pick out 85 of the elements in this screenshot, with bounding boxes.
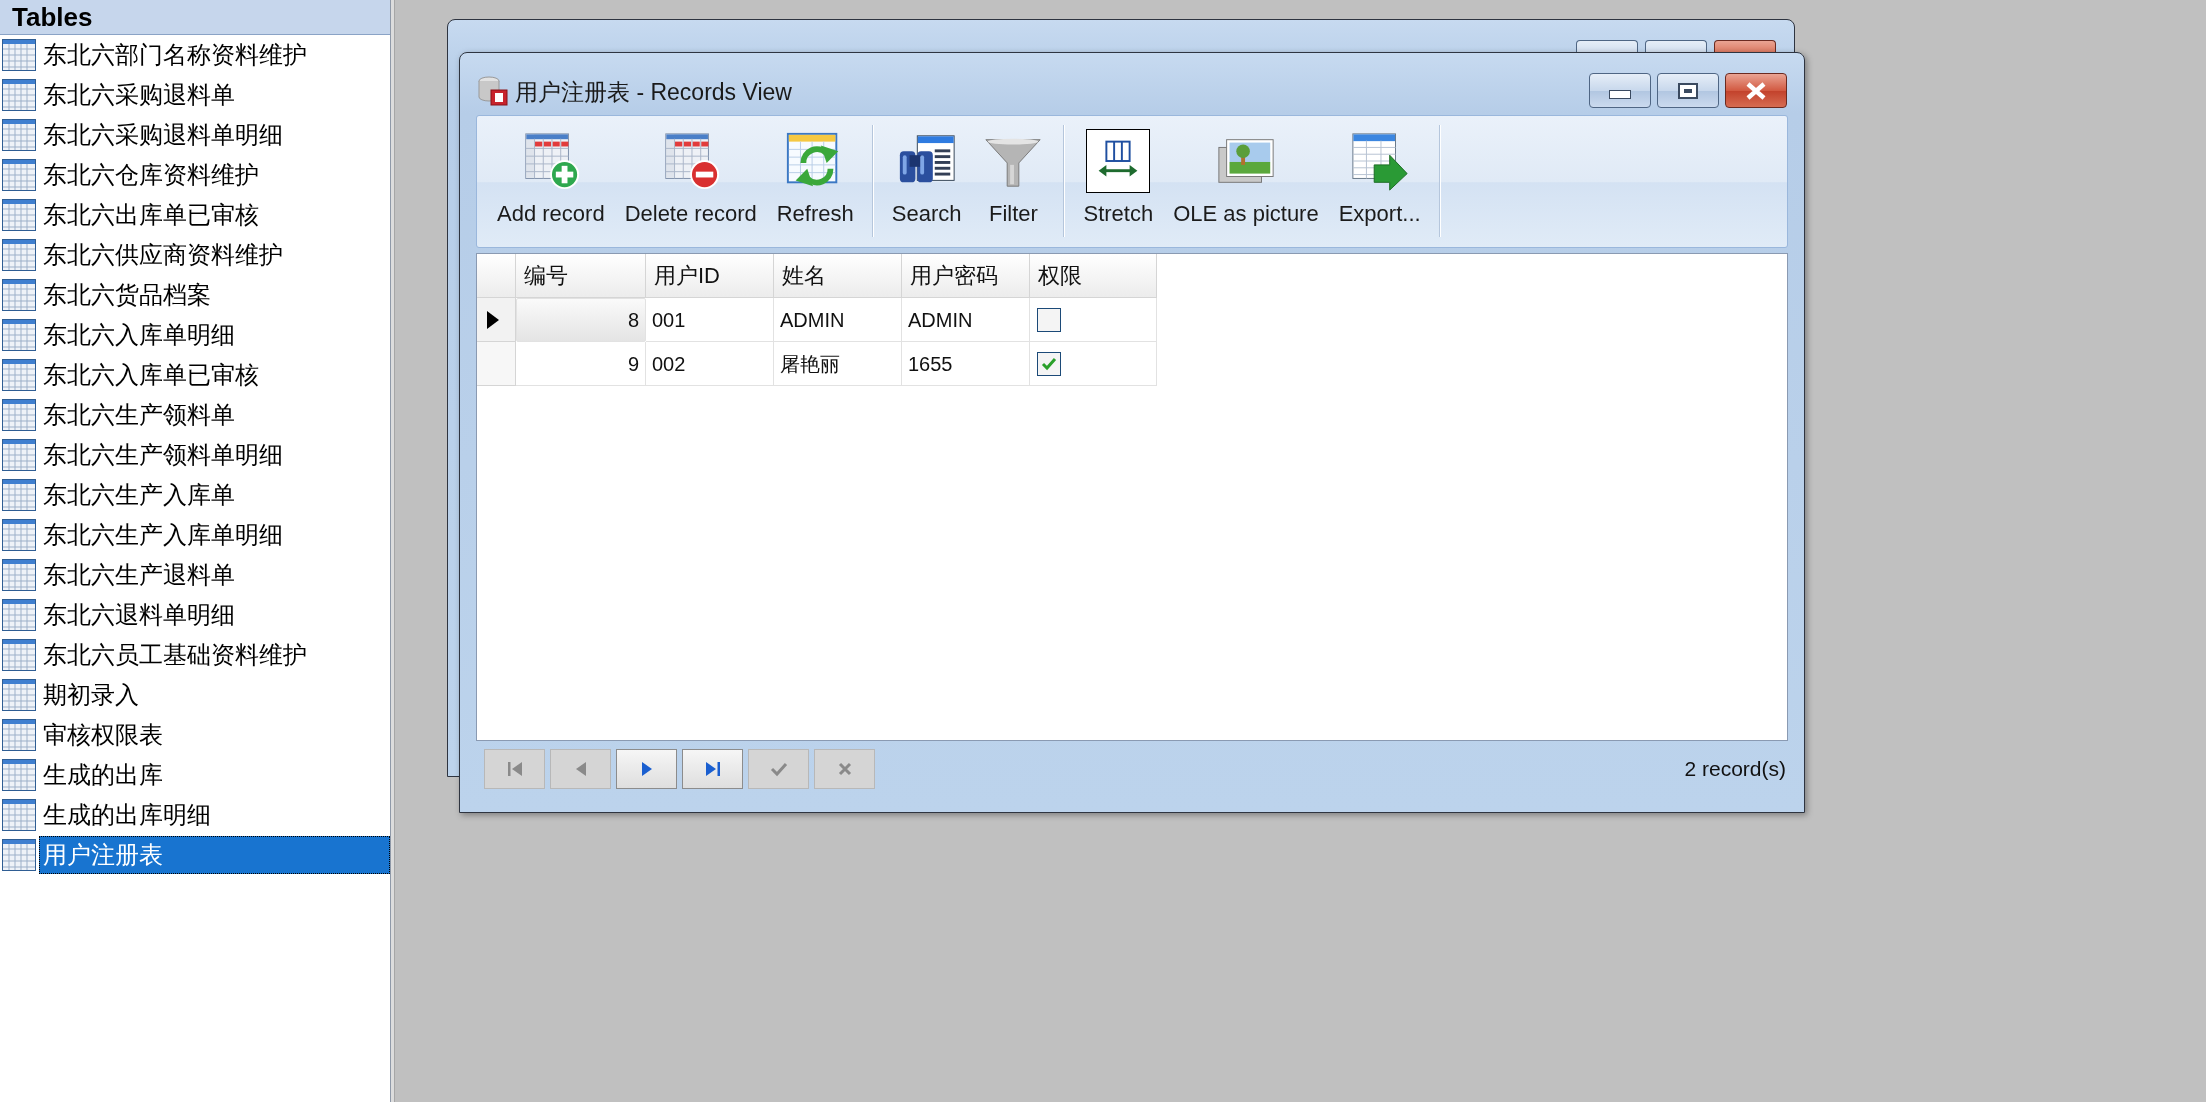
filter-button[interactable]: Filter (971, 116, 1056, 233)
panel-header: Tables (0, 0, 390, 35)
table-icon (2, 439, 36, 471)
table-icon (2, 39, 36, 71)
table-icon (2, 119, 36, 151)
close-button[interactable] (1725, 73, 1787, 108)
table-icon (2, 319, 36, 351)
sidebar-item[interactable]: 东北六供应商资料维护 (39, 236, 390, 274)
sidebar-item[interactable]: 东北六采购退料单明细 (39, 116, 390, 154)
sidebar-item[interactable]: 东北六退料单明细 (39, 596, 390, 634)
table-cell: 1655 (902, 342, 1030, 386)
sidebar-item[interactable]: 东北六员工基础资料维护 (39, 636, 390, 674)
record-count: 2 record(s) (1684, 756, 1787, 782)
sidebar-item[interactable]: 东北六仓库资料维护 (39, 156, 390, 194)
table-icon (2, 559, 36, 591)
table-cell: 001 (646, 298, 774, 342)
add-record-button[interactable]: Add record (487, 116, 615, 233)
table-icon (2, 639, 36, 671)
table-icon (2, 679, 36, 711)
table-icon (2, 239, 36, 271)
checkbox[interactable] (1037, 351, 1061, 376)
next-record-button[interactable] (616, 749, 677, 789)
minimize-button[interactable] (1589, 73, 1651, 108)
table-icon (2, 839, 36, 871)
sidebar-item[interactable]: 审核权限表 (39, 716, 390, 754)
table-cell: ADMIN (774, 298, 902, 342)
sidebar-item[interactable]: 东北六生产退料单 (39, 556, 390, 594)
check-icon (768, 760, 789, 778)
close-icon (1745, 81, 1767, 100)
sidebar-item[interactable]: 生成的出库 (39, 756, 390, 794)
table-icon (2, 399, 36, 431)
row-pointer-icon (487, 310, 499, 329)
export-button[interactable]: Export... (1328, 116, 1431, 233)
last-record-button[interactable] (682, 749, 743, 789)
table-icon (2, 519, 36, 551)
database-icon (477, 76, 509, 106)
column-header: 权限 (1030, 254, 1157, 298)
stretch-arrows-icon (1086, 129, 1151, 193)
table-icon (2, 159, 36, 191)
table-cell: 屠艳丽 (774, 342, 902, 386)
stretch-button[interactable]: Stretch (1073, 116, 1164, 233)
search-button[interactable]: Search (881, 116, 972, 233)
sidebar-item[interactable]: 东北六货品档案 (39, 276, 390, 314)
sidebar-item[interactable]: 期初录入 (39, 676, 390, 714)
sidebar-item[interactable]: 用户注册表 (39, 836, 390, 874)
table-cell: 8 (516, 298, 646, 342)
table-icon (2, 79, 36, 111)
table-cell: ADMIN (902, 298, 1030, 342)
close-button[interactable] (1714, 40, 1776, 52)
sidebar-item[interactable]: 东北六生产入库单明细 (39, 516, 390, 554)
column-header: 用户ID (646, 254, 774, 298)
column-header: 编号 (516, 254, 646, 298)
sidebar-item[interactable]: 生成的出库明细 (39, 796, 390, 834)
refresh-button[interactable]: Refresh (766, 116, 864, 233)
sidebar-item[interactable]: 东北六生产领料单明细 (39, 436, 390, 474)
sidebar-item[interactable]: 东北六生产入库单 (39, 476, 390, 514)
table-icon (2, 599, 36, 631)
table-cell: 002 (646, 342, 774, 386)
table-icon (2, 479, 36, 511)
sidebar-item[interactable]: 东北六入库单已审核 (39, 356, 390, 394)
table-icon (2, 759, 36, 791)
minimize-icon (1609, 90, 1631, 99)
maximize-icon (1678, 82, 1698, 99)
checkbox[interactable] (1037, 307, 1061, 332)
column-header: 用户密码 (902, 254, 1030, 298)
minimize-button[interactable] (1576, 40, 1638, 52)
window-title: 用户注册表 - Records View (515, 78, 792, 107)
row-indicator[interactable] (477, 298, 516, 342)
maximize-button[interactable] (1645, 40, 1707, 52)
grid-corner (477, 254, 516, 298)
sidebar-item[interactable]: 东北六入库单明细 (39, 316, 390, 354)
table-icon (2, 359, 36, 391)
sidebar-item[interactable]: 东北六部门名称资料维护 (39, 36, 390, 74)
sidebar-item[interactable]: 东北六生产领料单 (39, 396, 390, 434)
table-icon (2, 799, 36, 831)
column-header: 姓名 (774, 254, 902, 298)
sidebar-item[interactable]: 东北六采购退料单 (39, 76, 390, 114)
delete-record-button[interactable]: Delete record (614, 116, 767, 233)
sidebar-item[interactable]: 东北六出库单已审核 (39, 196, 390, 234)
table-icon (2, 719, 36, 751)
maximize-button[interactable] (1657, 73, 1719, 108)
table-icon (2, 199, 36, 231)
ole-picture-button[interactable]: OLE as picture (1163, 116, 1329, 233)
table-cell: 9 (516, 342, 646, 386)
table-icon (2, 279, 36, 311)
